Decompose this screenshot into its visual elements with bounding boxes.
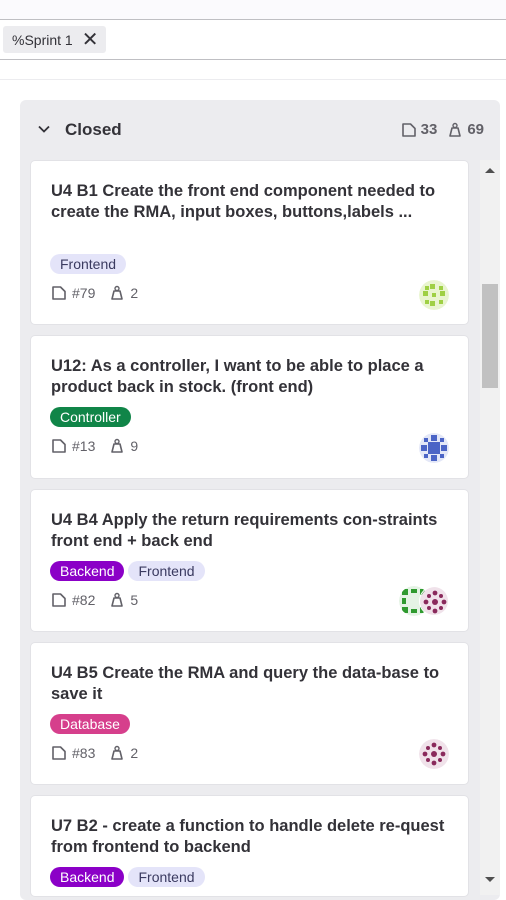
issue-weight: 9 [130, 438, 139, 454]
label-list: Backend Frontend [50, 561, 205, 581]
board-list-header: Closed 33 69 [20, 100, 500, 158]
issue-icon [52, 746, 66, 760]
filter-token-label: %Sprint 1 [12, 31, 73, 48]
chevron-down-icon[interactable] [37, 122, 51, 136]
issue-number: #83 [72, 745, 96, 761]
issue-weight: 5 [130, 592, 139, 608]
weight-icon [449, 122, 462, 137]
issue-card[interactable]: U12: As a controller, I want to be able … [31, 336, 468, 478]
issue-card[interactable]: U7 B2 - create a function to handle dele… [31, 796, 468, 896]
label-frontend[interactable]: Frontend [50, 254, 127, 274]
issue-title[interactable]: U12: As a controller, I want to be able … [51, 356, 451, 398]
issue-meta: #82 5 [51, 592, 138, 608]
label-controller[interactable]: Controller [50, 407, 131, 427]
weight-icon [111, 745, 124, 760]
issue-meta: #13 9 [51, 438, 138, 454]
scroll-down-arrow[interactable] [485, 877, 495, 882]
issues-icon [401, 122, 416, 137]
scrollbar-thumb[interactable] [482, 284, 498, 388]
issue-meta: #83 2 [51, 745, 138, 761]
issue-icon [52, 286, 66, 300]
board-list-stats: 33 69 [401, 121, 484, 138]
issue-card[interactable]: U4 B1 Create the front end component nee… [31, 161, 468, 324]
assignee-avatar[interactable] [419, 586, 449, 616]
weight-icon [111, 285, 124, 300]
issue-icon [52, 593, 66, 607]
scroll-up-arrow[interactable] [485, 168, 495, 173]
label-list: Frontend [50, 254, 127, 274]
issue-title[interactable]: U7 B2 - create a function to handle dele… [51, 816, 451, 858]
weight-total: 69 [467, 121, 484, 138]
issue-weight: 2 [130, 285, 139, 301]
issue-meta: #79 2 [51, 285, 138, 301]
issue-card[interactable]: U4 B4 Apply the return requirements con-… [31, 490, 468, 631]
issue-card[interactable]: U4 B5 Create the RMA and query the data-… [31, 643, 468, 784]
weight-icon [111, 438, 124, 453]
board-list-title: Closed [65, 120, 122, 139]
issue-number: #13 [72, 438, 96, 454]
label-frontend[interactable]: Frontend [128, 561, 205, 581]
label-frontend[interactable]: Frontend [128, 867, 205, 887]
label-database[interactable]: Database [50, 714, 130, 734]
issue-title[interactable]: U4 B5 Create the RMA and query the data-… [51, 663, 451, 705]
divider [0, 79, 506, 80]
scrollbar-track[interactable] [480, 160, 500, 895]
filter-token[interactable]: %Sprint 1 ✕ [3, 26, 107, 53]
issue-number: #79 [72, 285, 96, 301]
label-list: Controller [50, 407, 131, 427]
top-strip [0, 0, 506, 20]
assignee-avatar[interactable] [419, 433, 449, 463]
label-backend[interactable]: Backend [50, 867, 125, 887]
assignee-avatar[interactable] [419, 280, 449, 310]
issue-weight: 2 [130, 745, 139, 761]
assignee-avatar[interactable] [419, 739, 449, 769]
weight-icon [111, 592, 124, 607]
issue-title[interactable]: U4 B4 Apply the return requirements con-… [51, 510, 451, 552]
issue-title[interactable]: U4 B1 Create the front end component nee… [51, 181, 451, 223]
close-icon[interactable]: ✕ [82, 30, 99, 50]
label-list: Backend Frontend [50, 867, 205, 887]
label-backend[interactable]: Backend [50, 561, 125, 581]
filter-bar[interactable]: %Sprint 1 ✕ [0, 20, 506, 60]
issue-icon [52, 439, 66, 453]
issue-number: #82 [72, 592, 96, 608]
issue-count: 33 [420, 121, 438, 138]
label-list: Database [50, 714, 130, 734]
